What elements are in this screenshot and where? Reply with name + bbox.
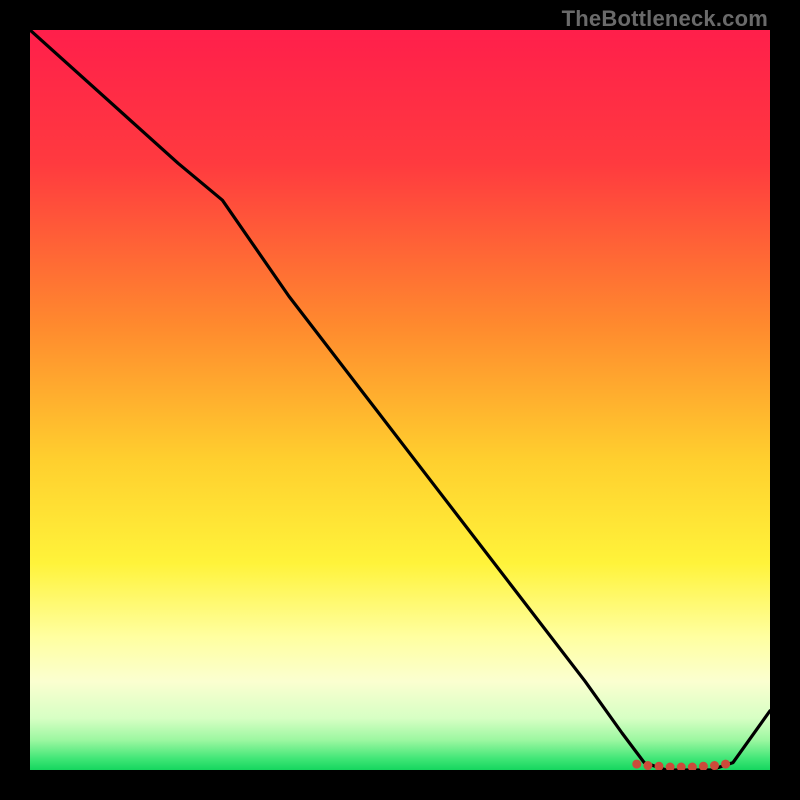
plot-area (30, 30, 770, 770)
optimal-marker (643, 761, 652, 770)
optimal-marker (666, 763, 675, 770)
optimal-marker (632, 760, 641, 769)
optimal-marker (721, 760, 730, 769)
optimal-marker (699, 762, 708, 770)
optimal-marker (677, 763, 686, 770)
optimal-marker (710, 761, 719, 770)
chart-frame: TheBottleneck.com (0, 0, 800, 800)
optimal-marker (688, 763, 697, 770)
optimal-marker (655, 762, 664, 770)
watermark-text: TheBottleneck.com (562, 6, 768, 32)
optimal-range-markers (30, 30, 770, 770)
